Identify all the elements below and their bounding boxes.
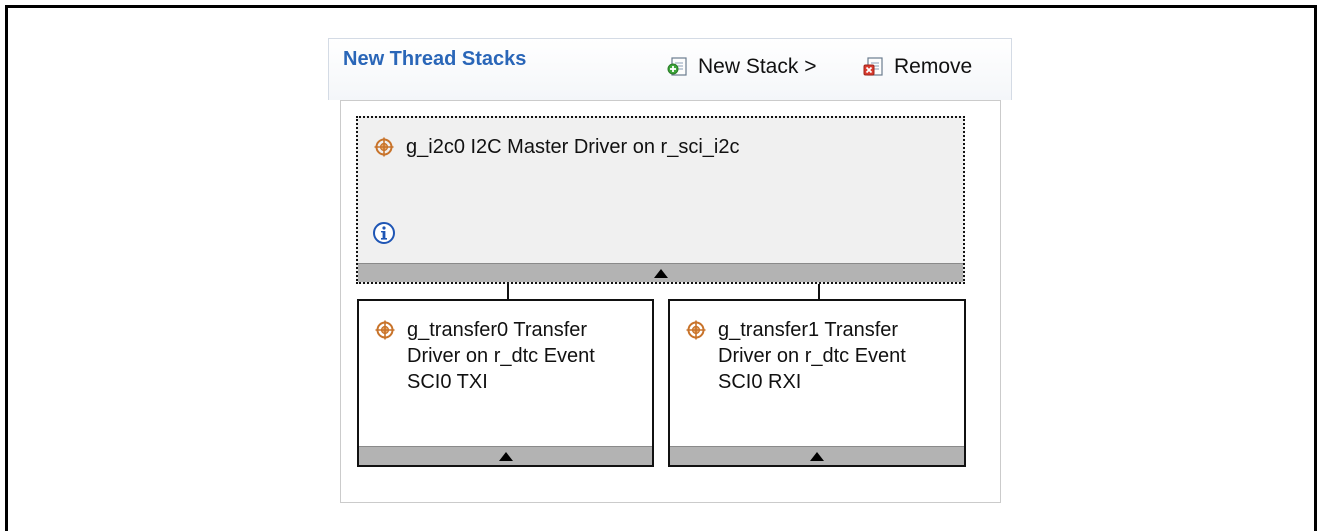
collapse-toggle[interactable] [358,263,963,282]
new-stack-icon [667,57,689,77]
crosshair-target-icon [686,320,706,340]
remove-label: Remove [894,55,973,78]
info-icon[interactable] [372,221,396,245]
remove-button[interactable]: Remove [863,53,972,81]
collapse-toggle[interactable] [359,446,652,465]
collapse-arrow-icon [810,451,824,461]
crosshair-target-icon [374,137,394,157]
panel-header: New Thread Stacks New Stack > Remove [328,38,1012,100]
collapse-arrow-icon [498,451,513,461]
stack-child-label: g_transfer1 Transfer Driver on r_dtc Eve… [718,319,906,393]
stack-child-transfer1[interactable]: g_transfer1 Transfer Driver on r_dtc Eve… [668,299,966,467]
crosshair-target-icon [375,320,395,340]
stack-root-i2c[interactable]: g_i2c0 I2C Master Driver on r_sci_i2c [356,116,965,284]
collapse-arrow-icon [653,268,668,278]
panel-title: New Thread Stacks [343,48,527,70]
stack-child-transfer0[interactable]: g_transfer0 Transfer Driver on r_dtc Eve… [357,299,654,467]
tree-connector [818,284,820,300]
tree-connector [507,284,509,300]
collapse-toggle[interactable] [670,446,964,465]
new-stack-button[interactable]: New Stack > [667,53,816,81]
stack-root-label: g_i2c0 I2C Master Driver on r_sci_i2c [406,136,740,158]
remove-icon [863,57,885,77]
new-stack-label: New Stack > [698,55,817,78]
stack-child-label: g_transfer0 Transfer Driver on r_dtc Eve… [407,319,595,393]
